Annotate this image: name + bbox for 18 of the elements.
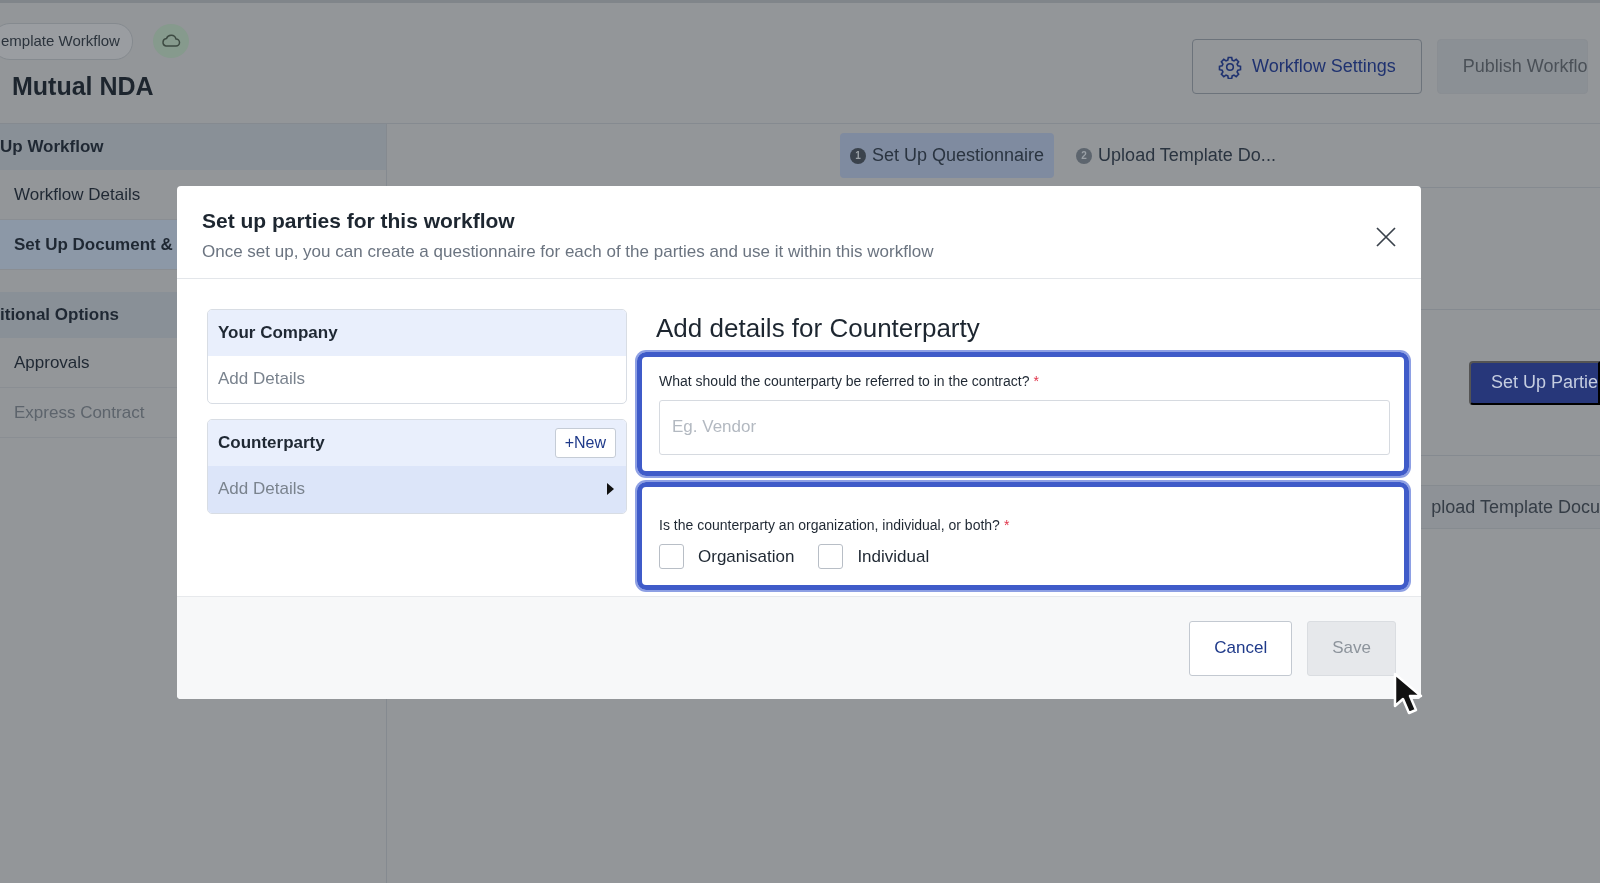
required-mark: * xyxy=(1033,371,1039,391)
step-label: Set Up Questionnaire xyxy=(872,144,1045,167)
question-label: Is the counterparty an organization, individual, or both? xyxy=(659,515,1000,535)
section-heading: Add details for Counterparty xyxy=(656,312,981,344)
modal-title: Set up parties for this workflow xyxy=(202,208,516,234)
required-mark: * xyxy=(1003,515,1010,535)
sidebar-heading: itional Options xyxy=(0,304,119,327)
question-label: What should the counterparty be referred to in the contract? xyxy=(659,371,1030,391)
modal-subtitle: Once set up, you can create a questionnaire for each of the parties and use it within this workflow xyxy=(202,241,935,264)
page-title: Mutual NDA xyxy=(12,71,154,101)
sidebar-heading: Up Workflow xyxy=(0,136,104,159)
party-name: Counterparty xyxy=(218,431,325,454)
step-label: Upload Template Do... xyxy=(1098,144,1276,167)
checkbox-label: Individual xyxy=(857,545,930,568)
party-name: Your Company xyxy=(218,321,338,344)
step-number: 1 xyxy=(850,147,866,164)
checkbox-label: Organisation xyxy=(698,545,795,568)
step-number: 2 xyxy=(1076,147,1093,164)
